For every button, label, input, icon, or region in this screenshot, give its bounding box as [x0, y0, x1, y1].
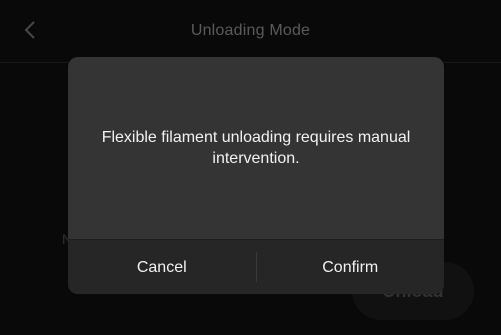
confirm-dialog: Flexible filament unloading requires man…: [68, 57, 444, 294]
confirm-button[interactable]: Confirm: [257, 240, 445, 294]
dialog-body: Flexible filament unloading requires man…: [68, 57, 444, 239]
unloading-mode-screen: Unloading Mode N t Unload Flexible filam…: [0, 0, 501, 335]
cancel-button[interactable]: Cancel: [68, 240, 256, 294]
dialog-footer: Cancel Confirm: [68, 239, 444, 294]
dialog-message: Flexible filament unloading requires man…: [101, 129, 411, 167]
